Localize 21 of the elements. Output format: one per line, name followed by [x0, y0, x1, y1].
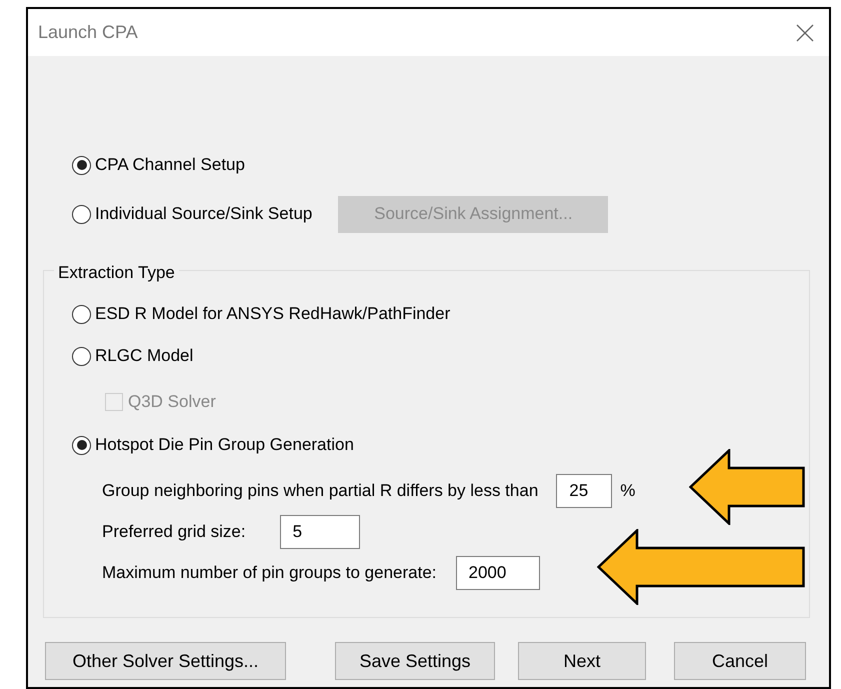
dialog-button[interactable]: Save Settings: [335, 642, 495, 680]
arrow-icon: [689, 449, 805, 525]
field-label: Group neighboring pins when partial R differs by less than: [102, 481, 538, 501]
input-field[interactable]: 2000: [456, 556, 540, 590]
arrow-icon: [597, 529, 805, 605]
radio-option[interactable]: RLGC Model: [72, 346, 194, 366]
field-label: Maximum number of pin groups to generate:: [102, 563, 437, 583]
dialog-button[interactable]: Cancel: [674, 642, 806, 680]
radio-option[interactable]: CPA Channel Setup: [72, 155, 245, 175]
radio-option[interactable]: ESD R Model for ANSYS RedHawk/PathFinder: [72, 304, 450, 324]
radio-option[interactable]: Hotspot Die Pin Group Generation: [72, 435, 354, 455]
dialog-button[interactable]: Other Solver Settings...: [45, 642, 286, 680]
close-icon[interactable]: [795, 22, 815, 42]
input-field[interactable]: 25: [556, 474, 612, 508]
radio-option[interactable]: Individual Source/Sink Setup: [72, 204, 312, 224]
unit-label: %: [620, 481, 636, 501]
dialog-button[interactable]: Next: [518, 642, 646, 680]
field-label: Preferred grid size:: [102, 522, 246, 542]
input-field[interactable]: 5: [280, 515, 360, 549]
group-title: Extraction Type: [54, 263, 179, 283]
window-title: Launch CPA: [38, 22, 138, 43]
